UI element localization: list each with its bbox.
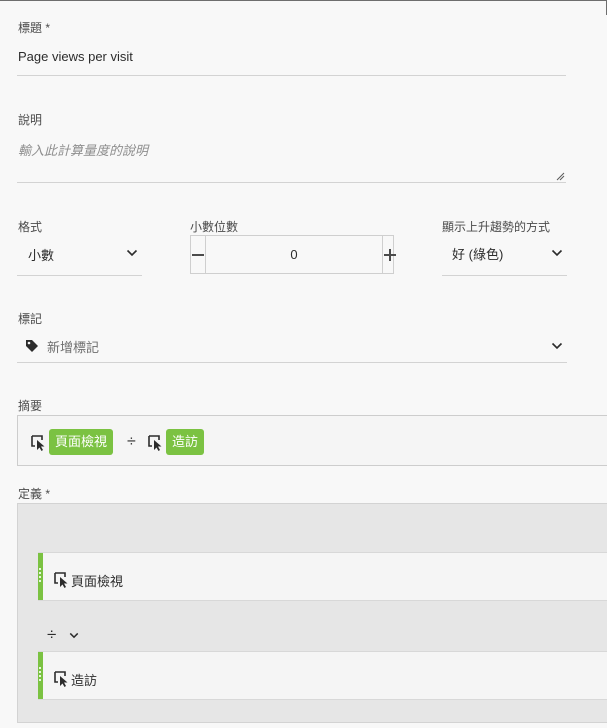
trend-dropdown[interactable]: 好 (綠色): [442, 236, 567, 275]
definition-metric-item[interactable]: 造訪: [38, 651, 607, 700]
summary-label: 摘要: [18, 399, 43, 413]
resize-handle-icon[interactable]: [555, 171, 565, 181]
format-label: 格式: [18, 220, 43, 234]
metric-icon: [31, 435, 45, 451]
format-dropdown[interactable]: 小數: [17, 236, 142, 275]
tags-placeholder: 新增標記: [47, 340, 100, 355]
chevron-down-icon: [69, 632, 79, 639]
minus-icon: [192, 253, 204, 256]
description-underline: [17, 182, 566, 183]
summary-box: 頁面檢視 ÷ 造訪: [17, 415, 607, 466]
chevron-down-icon[interactable]: [551, 342, 563, 350]
trend-value: 好 (綠色): [452, 247, 504, 262]
tags-label: 標記: [18, 312, 43, 326]
title-input[interactable]: Page views per visit: [18, 49, 133, 64]
summary-metric-pill: 造訪: [166, 429, 205, 455]
chevron-down-icon: [126, 249, 138, 257]
top-border: [0, 0, 607, 1]
definition-metric-label: 造訪: [71, 673, 98, 688]
definition-operator: ÷: [47, 625, 57, 644]
drag-handle[interactable]: [38, 553, 43, 600]
decimal-places-input[interactable]: [206, 236, 382, 273]
increment-button[interactable]: [382, 236, 397, 273]
summary-metric-pill: 頁面檢視: [49, 429, 114, 455]
tag-icon: [26, 340, 38, 352]
metric-icon: [148, 435, 162, 451]
decimal-places-label: 小數位數: [190, 220, 239, 234]
decimal-places-stepper: [190, 235, 397, 274]
definition-label: 定義 *: [18, 487, 51, 501]
tags-input[interactable]: 新增標記: [17, 331, 567, 362]
title-underline: [17, 75, 566, 76]
decrement-button[interactable]: [191, 236, 206, 273]
definition-metric-label: 頁面檢視: [71, 574, 124, 589]
trend-underline: [442, 275, 567, 276]
format-value: 小數: [28, 248, 55, 263]
metric-icon: [54, 671, 68, 687]
format-underline: [17, 275, 142, 276]
trend-label: 顯示上升趨勢的方式: [442, 220, 551, 234]
description-label: 說明: [18, 113, 43, 127]
metric-icon: [54, 572, 68, 588]
tags-underline: [17, 362, 567, 363]
description-textarea[interactable]: 輸入此計算量度的說明: [18, 140, 148, 159]
chevron-down-icon: [551, 249, 563, 257]
operator-dropdown[interactable]: ÷: [47, 624, 87, 646]
definition-metric-item[interactable]: 頁面檢視: [38, 552, 607, 601]
title-label: 標題 *: [18, 21, 51, 35]
summary-operator: ÷: [127, 433, 136, 450]
plus-icon: [384, 248, 396, 261]
drag-handle[interactable]: [38, 652, 43, 699]
